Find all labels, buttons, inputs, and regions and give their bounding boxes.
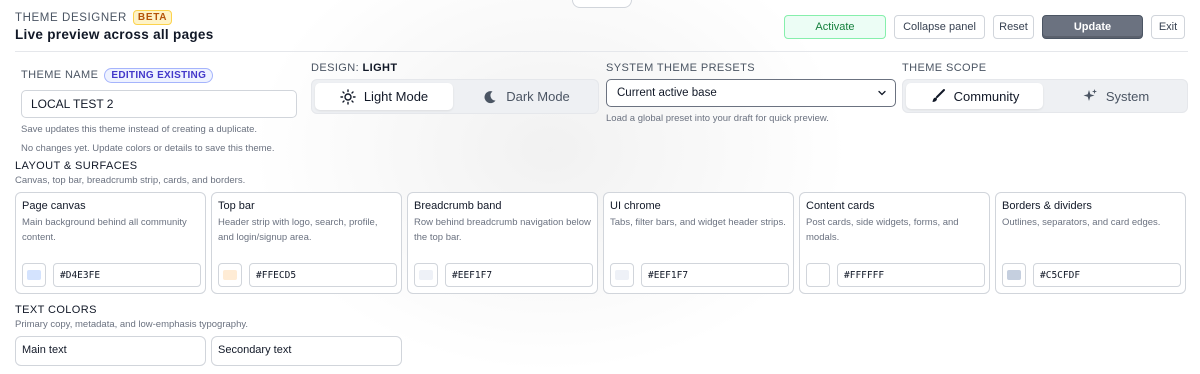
- color-swatch-button[interactable]: [218, 263, 242, 287]
- card-description: Header strip with logo, search, profile,…: [218, 217, 378, 243]
- sparkles-icon: [1083, 89, 1097, 101]
- card-title: Page canvas: [22, 200, 86, 212]
- save-status-hint: No changes yet. Update colors or details…: [21, 143, 275, 154]
- kicker-text: THEME DESIGNER: [15, 11, 127, 24]
- color-row: #FFFFFF: [806, 263, 985, 287]
- theme-name-input[interactable]: LOCAL TEST 2: [21, 90, 297, 118]
- dark-mode-option[interactable]: Dark Mode: [457, 83, 595, 110]
- color-swatch: [419, 270, 433, 280]
- reset-button[interactable]: Reset: [993, 15, 1034, 39]
- color-swatch-button[interactable]: [610, 263, 634, 287]
- community-option[interactable]: Community: [906, 83, 1043, 109]
- color-swatch: [1007, 270, 1021, 280]
- activate-button[interactable]: Activate: [784, 15, 886, 39]
- beta-badge: BETA: [132, 10, 173, 25]
- exit-button[interactable]: Exit: [1151, 15, 1185, 39]
- color-swatch-button[interactable]: [22, 263, 46, 287]
- color-swatch-button[interactable]: [414, 263, 438, 287]
- light-mode-label: Light Mode: [363, 89, 429, 104]
- presets-group: SYSTEM THEME PRESETS Current active base…: [606, 62, 896, 124]
- light-mode-option[interactable]: Light Mode: [315, 83, 453, 110]
- layout-section: LAYOUT & SURFACES Canvas, top bar, bread…: [15, 160, 1188, 294]
- hex-input[interactable]: #C5CFDF: [1033, 263, 1181, 287]
- design-mode-toggle: Light Mode Dark Mode: [311, 79, 599, 114]
- theme-designer-panel: THEME DESIGNER BETA Live preview across …: [0, 0, 1200, 366]
- text-cards: Main text Secondary text: [15, 336, 1188, 366]
- system-label: System: [1105, 88, 1150, 104]
- text-section-subtitle: Primary copy, metadata, and low-emphasis…: [15, 319, 249, 330]
- dark-mode-label: Dark Mode: [506, 89, 570, 104]
- color-swatch: [223, 270, 237, 280]
- hex-input[interactable]: #EEF1F7: [641, 263, 789, 287]
- chevron-down-icon: [878, 90, 886, 96]
- kicker: THEME DESIGNER BETA: [15, 10, 173, 25]
- card-title: Breadcrumb band: [414, 200, 502, 212]
- system-option[interactable]: System: [1047, 83, 1184, 109]
- text-section: TEXT COLORS Primary copy, metadata, and …: [15, 304, 1188, 366]
- color-card: Main text: [15, 336, 206, 366]
- color-row: #EEF1F7: [610, 263, 789, 287]
- hex-input[interactable]: #FFECD5: [249, 263, 397, 287]
- presets-label: SYSTEM THEME PRESETS: [606, 62, 755, 74]
- card-title: Content cards: [806, 200, 875, 212]
- layout-cards: Page canvas Main background behind all c…: [15, 192, 1188, 294]
- card-description: Tabs, filter bars, and widget header str…: [610, 217, 786, 228]
- update-button[interactable]: Update: [1042, 15, 1143, 39]
- color-swatch: [811, 270, 825, 280]
- theme-name-label: THEME NAME: [21, 69, 99, 81]
- sun-icon: [340, 88, 356, 105]
- color-card: Content cards Post cards, side widgets, …: [799, 192, 990, 294]
- collapse-panel-button[interactable]: Collapse panel: [894, 15, 985, 39]
- text-section-title: TEXT COLORS: [15, 304, 97, 316]
- panel-header: THEME DESIGNER BETA Live preview across …: [15, 0, 1188, 52]
- design-current: LIGHT: [362, 62, 398, 74]
- color-card: Borders & dividers Outlines, separators,…: [995, 192, 1186, 294]
- card-title: Main text: [22, 344, 67, 356]
- card-title: Top bar: [218, 200, 255, 212]
- hex-input[interactable]: #EEF1F7: [445, 263, 593, 287]
- hex-input[interactable]: #D4E3FE: [53, 263, 201, 287]
- color-card: UI chrome Tabs, filter bars, and widget …: [603, 192, 794, 294]
- card-title: Borders & dividers: [1002, 200, 1092, 212]
- color-row: #FFECD5: [218, 263, 397, 287]
- header-actions: Activate Collapse panel Reset Update Exi…: [784, 15, 1185, 39]
- design-group: DESIGN: LIGHT Light Mode Dark Mode: [311, 62, 599, 114]
- card-title: UI chrome: [610, 200, 661, 212]
- moon-icon: [484, 90, 496, 103]
- card-title: Secondary text: [218, 344, 292, 356]
- presets-hint: Load a global preset into your draft for…: [606, 113, 829, 124]
- page-subtitle: Live preview across all pages: [15, 27, 214, 42]
- color-card: Top bar Header strip with logo, search, …: [211, 192, 402, 294]
- controls-row: THEME NAME EDITING EXISTING LOCAL TEST 2…: [15, 52, 1188, 160]
- scope-toggle: Community System: [902, 79, 1188, 113]
- color-row: #D4E3FE: [22, 263, 201, 287]
- preset-select-value: Current active base: [617, 87, 717, 99]
- theme-name-hint: Save updates this theme instead of creat…: [21, 124, 258, 135]
- card-description: Post cards, side widgets, forms, and mod…: [806, 217, 959, 243]
- preset-select[interactable]: Current active base: [606, 79, 896, 107]
- scope-group: THEME SCOPE Community System: [902, 62, 1188, 113]
- design-label-text: DESIGN:: [311, 62, 360, 74]
- card-description: Outlines, separators, and card edges.: [1002, 217, 1161, 228]
- community-label: Community: [953, 88, 1020, 104]
- color-swatch: [615, 270, 629, 280]
- color-card: Secondary text: [211, 336, 402, 366]
- color-swatch: [27, 270, 41, 280]
- paintbrush-icon: [932, 89, 945, 102]
- color-swatch-button[interactable]: [806, 263, 830, 287]
- card-description: Row behind breadcrumb navigation below t…: [414, 217, 591, 243]
- hex-input[interactable]: #FFFFFF: [837, 263, 985, 287]
- theme-name-group: THEME NAME EDITING EXISTING LOCAL TEST 2…: [21, 66, 303, 154]
- color-swatch-button[interactable]: [1002, 263, 1026, 287]
- color-card: Breadcrumb band Row behind breadcrumb na…: [407, 192, 598, 294]
- color-card: Page canvas Main background behind all c…: [15, 192, 206, 294]
- color-row: #EEF1F7: [414, 263, 593, 287]
- editing-existing-badge: EDITING EXISTING: [104, 67, 214, 83]
- card-description: Main background behind all community con…: [22, 217, 187, 243]
- design-label: DESIGN: LIGHT: [311, 62, 599, 74]
- layout-section-subtitle: Canvas, top bar, breadcrumb strip, cards…: [15, 175, 246, 186]
- layout-section-title: LAYOUT & SURFACES: [15, 160, 138, 172]
- color-row: #C5CFDF: [1002, 263, 1181, 287]
- scope-label: THEME SCOPE: [902, 62, 987, 74]
